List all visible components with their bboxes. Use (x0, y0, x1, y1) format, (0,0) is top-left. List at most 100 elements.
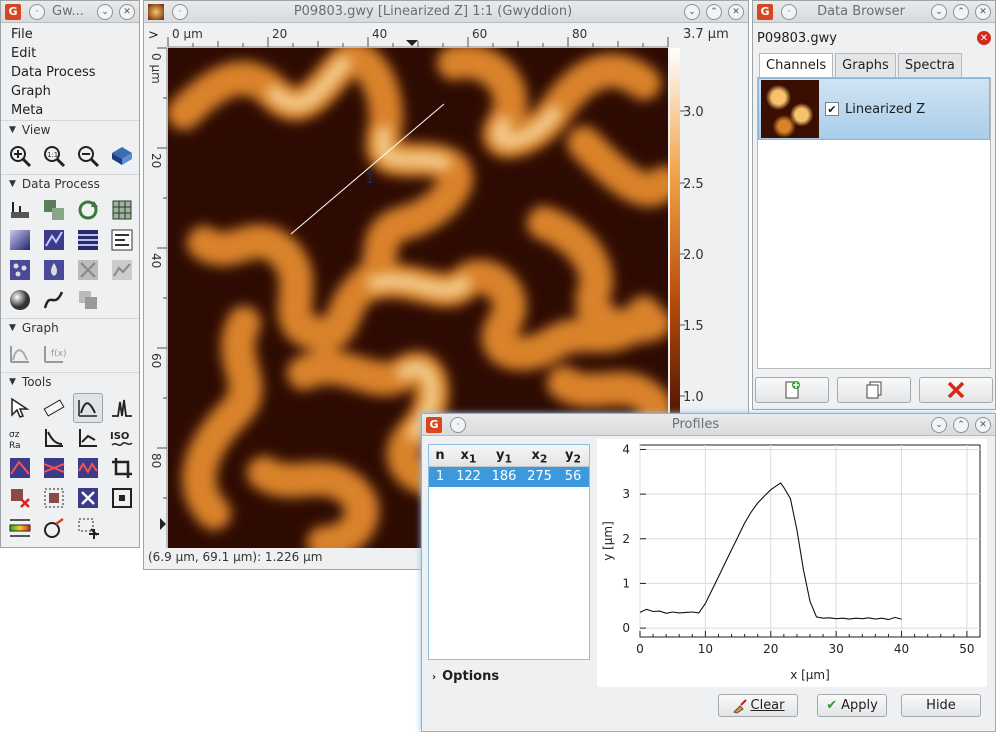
minimize-icon[interactable]: ⌄ (684, 3, 700, 20)
tab-spectra[interactable]: Spectra (897, 53, 962, 77)
color-scale-max: 3.7 µm (683, 27, 729, 42)
curvature-icon[interactable] (73, 423, 103, 453)
image-window-titlebar[interactable]: · P09803.gwy [Linearized Z] 1:1 (Gwyddio… (144, 1, 748, 23)
curve-icon[interactable] (39, 285, 69, 315)
color-range-icon[interactable] (5, 513, 35, 543)
tab-graphs[interactable]: Graphs (835, 53, 896, 77)
menu-graph[interactable]: Graph (1, 82, 139, 101)
distance-icon[interactable] (39, 393, 69, 423)
new-channel-button[interactable] (755, 377, 829, 403)
channel-row[interactable]: ✔ Linearized Z (758, 78, 990, 140)
stripe-level-icon[interactable] (39, 453, 69, 483)
apply-button[interactable]: ✔ Apply (817, 694, 887, 717)
lines-icon[interactable] (73, 225, 103, 255)
data-process-tools (1, 192, 139, 318)
menu-edit[interactable]: Edit (1, 44, 139, 63)
section-graph[interactable]: ▼ Graph (1, 318, 139, 336)
clear-button[interactable]: Clear (718, 694, 798, 717)
window-menu-icon[interactable]: · (29, 3, 45, 20)
window-menu-icon[interactable]: · (450, 416, 466, 433)
duplicate-channel-button[interactable] (837, 377, 911, 403)
ruler-corner-arrow[interactable]: > (148, 28, 159, 43)
plot-ticks: 0 10 20 30 40 50 0 1 2 3 4 (622, 442, 981, 656)
plane-fit-icon[interactable] (39, 195, 69, 225)
statistics-icon[interactable] (107, 255, 137, 285)
options-expander[interactable]: › Options (432, 669, 499, 684)
channel-thumbnail[interactable] (761, 80, 819, 138)
col-x1[interactable]: x1 (451, 445, 486, 466)
tab-channels[interactable]: Channels (759, 53, 834, 77)
col-x2[interactable]: x2 (522, 445, 557, 466)
minimize-icon[interactable]: ⌄ (97, 3, 113, 20)
close-icon[interactable]: ✕ (975, 416, 991, 433)
profiles-titlebar[interactable]: G · Profiles ⌄ ⌃ ✕ (422, 414, 995, 436)
grains-icon[interactable] (5, 255, 35, 285)
close-icon[interactable]: ✕ (728, 3, 744, 20)
selection-add-icon[interactable] (73, 513, 103, 543)
spectra-icon[interactable] (107, 393, 137, 423)
x-axis-label: x [µm] (790, 668, 830, 682)
color-scale-label-2.0: 2.0 (683, 248, 704, 263)
zoom-in-icon[interactable] (5, 141, 35, 171)
polyline-level-icon[interactable] (5, 453, 35, 483)
hide-button[interactable]: Hide (901, 694, 981, 717)
mask-remove-icon[interactable] (5, 483, 35, 513)
spot-remove-icon[interactable] (73, 483, 103, 513)
maximize-icon[interactable]: ⌃ (706, 3, 722, 20)
filter-icon[interactable] (39, 225, 69, 255)
iso-icon[interactable]: ISO (107, 423, 137, 453)
view-tools: 1:1 (1, 138, 139, 174)
close-icon[interactable]: ✕ (975, 3, 991, 20)
section-view[interactable]: ▼ View (1, 120, 139, 138)
close-icon[interactable]: ✕ (119, 3, 135, 20)
menu-meta[interactable]: Meta (1, 101, 139, 120)
mask-editor-icon[interactable] (39, 483, 69, 513)
y-tick-label: 3 (622, 487, 630, 501)
zoom-out-icon[interactable] (73, 141, 103, 171)
pointer-icon[interactable] (5, 393, 35, 423)
graph-function-icon[interactable]: f(x) (39, 339, 69, 369)
col-y1[interactable]: y1 (486, 445, 522, 466)
col-y2[interactable]: y2 (557, 445, 589, 466)
col-n[interactable]: n (429, 445, 451, 466)
sphere-icon[interactable] (5, 285, 35, 315)
path-level-icon[interactable] (73, 453, 103, 483)
gradient-icon[interactable] (5, 225, 35, 255)
minimize-icon[interactable]: ⌄ (931, 3, 947, 20)
3d-view-icon[interactable] (107, 141, 137, 171)
maximize-icon[interactable]: ⌃ (953, 3, 969, 20)
svg-text:1:1: 1:1 (47, 151, 58, 159)
zoom-1to1-icon[interactable]: 1:1 (39, 141, 69, 171)
delete-channel-button[interactable] (919, 377, 993, 403)
watershed-icon[interactable] (39, 255, 69, 285)
menu-file[interactable]: File (1, 25, 139, 44)
menu-data-process[interactable]: Data Process (1, 63, 139, 82)
channel-name[interactable]: Linearized Z (845, 102, 925, 117)
roughness-icon[interactable]: σz Ra (5, 423, 35, 453)
window-menu-icon[interactable]: · (172, 3, 188, 20)
level-icon[interactable] (5, 195, 35, 225)
x-tick-label: 10 (698, 642, 713, 656)
window-menu-icon[interactable]: · (781, 3, 797, 20)
mask-icon[interactable] (73, 285, 103, 315)
section-tools[interactable]: ▼ Tools (1, 372, 139, 390)
profile-icon[interactable] (73, 393, 103, 423)
table-row[interactable]: 1 122 186 275 56 (429, 467, 589, 487)
toolbox-titlebar[interactable]: G · Gw... ⌄ ✕ (1, 1, 139, 23)
close-file-icon[interactable]: ✕ (977, 31, 991, 45)
grid-distort-icon[interactable] (107, 195, 137, 225)
filter-tool-icon[interactable] (39, 513, 69, 543)
data-browser-titlebar[interactable]: G · Data Browser ⌄ ⌃ ✕ (753, 1, 995, 23)
text-lines-icon[interactable] (107, 225, 137, 255)
section-data-process[interactable]: ▼ Data Process (1, 174, 139, 192)
selection-manager-icon[interactable] (107, 483, 137, 513)
rotate-icon[interactable] (73, 195, 103, 225)
crop-icon[interactable] (107, 453, 137, 483)
profile-graph[interactable]: 0 10 20 30 40 50 0 1 2 3 4 x [µm] y [µm] (597, 439, 987, 687)
slope-icon[interactable] (39, 423, 69, 453)
minimize-icon[interactable]: ⌄ (931, 416, 947, 433)
graph-fit-icon[interactable] (5, 339, 35, 369)
maximize-icon[interactable]: ⌃ (953, 416, 969, 433)
grain-remove-icon[interactable] (73, 255, 103, 285)
channel-visible-checkbox[interactable]: ✔ (825, 102, 839, 116)
